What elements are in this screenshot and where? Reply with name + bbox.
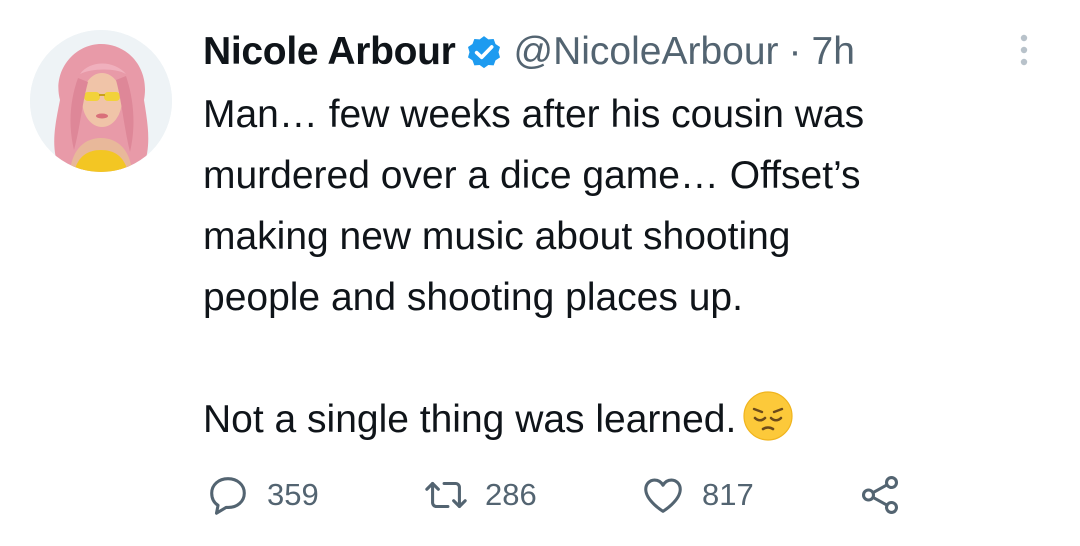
tweet-text-final-line: Not a single thing was learned. [203,389,1023,450]
tweet-text-line: murdered over a dice game… Offset’s [203,154,861,197]
reply-button[interactable]: 359 [205,470,319,520]
like-count: 817 [702,477,754,512]
tweet-text-line: people and shooting places up. [203,276,743,319]
avatar-image [30,30,172,172]
avatar[interactable] [30,30,172,172]
heart-icon [644,478,682,513]
tweet-card: Nicole Arbour @NicoleArbour · 7h Man… fe… [0,0,1080,546]
share-button[interactable] [857,470,903,520]
author-handle[interactable]: @NicoleArbour [514,30,779,74]
retweet-icon [425,481,467,509]
more-vertical-icon[interactable] [1012,30,1036,70]
pensive-face-emoji [742,390,794,442]
tweet-text: Man… few weeks after his cousin was murd… [203,84,1023,450]
retweet-count: 286 [485,477,537,512]
tweet-text-final: Not a single thing was learned. [203,398,737,441]
tweet-text-line: Man… few weeks after his cousin was [203,93,865,136]
share-icon [861,476,899,514]
author-display-name[interactable]: Nicole Arbour [203,30,456,74]
verified-badge-icon [464,32,504,72]
separator-dot: · [788,30,802,73]
reply-count: 359 [267,477,319,512]
retweet-button[interactable]: 286 [423,470,537,520]
reply-icon [210,477,246,515]
like-button[interactable]: 817 [640,470,754,520]
action-bar: 359 286 817 [205,470,925,520]
tweet-header: Nicole Arbour @NicoleArbour · 7h [203,28,855,76]
tweet-text-line: making new music about shooting [203,215,791,258]
tweet-timestamp[interactable]: 7h [812,30,855,74]
